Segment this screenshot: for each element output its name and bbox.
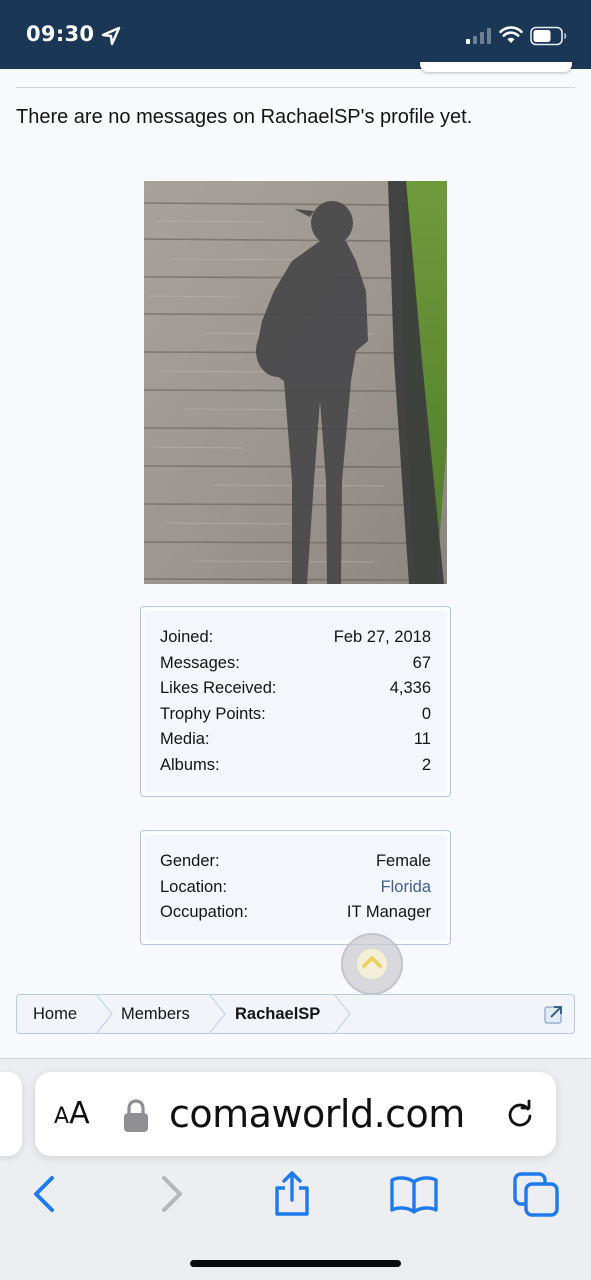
stat-row-likes: Likes Received: 4,336 (160, 679, 431, 701)
about-row-gender: Gender: Female (160, 852, 431, 874)
home-indicator (190, 1260, 401, 1267)
divider (16, 87, 575, 88)
stat-label: Likes Received: (160, 679, 277, 697)
lock-icon (124, 1099, 148, 1132)
stat-label: Joined: (160, 628, 214, 646)
wifi-icon (499, 26, 523, 43)
about-label: Occupation: (160, 903, 249, 921)
location-link[interactable]: Florida (381, 878, 431, 897)
shadow-silhouette-image (144, 181, 447, 584)
stat-row-albums: Albums: 2 (160, 756, 431, 778)
tabs-icon[interactable] (513, 1170, 561, 1218)
cellular-signal-icon (466, 28, 491, 44)
status-bar: 09:30 (0, 0, 591, 69)
breadcrumb-separator-icon (208, 994, 226, 1034)
tab-panel-edge (420, 62, 572, 72)
stat-label: Trophy Points: (160, 704, 266, 723)
about-row-occupation: Occupation: IT Manager (160, 903, 431, 925)
bookmarks-icon[interactable] (389, 1170, 439, 1218)
status-time: 09:30 (26, 22, 95, 46)
stat-row-media: Media: 11 (160, 730, 431, 752)
address-bar[interactable]: AA comaworld.com (35, 1072, 556, 1156)
jump-to-icon[interactable] (544, 1004, 564, 1024)
stat-label: Messages: (160, 653, 240, 672)
stat-value: 0 (421, 704, 431, 723)
no-messages-notice: There are no messages on RachaelSP's pro… (16, 106, 473, 128)
stat-value: 67 (412, 653, 431, 672)
about-label: Location: (160, 877, 227, 896)
breadcrumb-current[interactable]: RachaelSP (235, 995, 320, 1033)
share-icon[interactable] (272, 1170, 312, 1218)
stat-row-joined: Joined: Feb 27, 2018 (160, 628, 431, 650)
reader-options-button[interactable]: AA (54, 1096, 90, 1131)
profile-photo[interactable] (144, 181, 447, 584)
scroll-to-top-button[interactable] (341, 933, 403, 995)
url-text[interactable]: comaworld.com (169, 1092, 465, 1136)
stat-value: Feb 27, 2018 (333, 628, 431, 646)
forward-arrow-icon[interactable] (152, 1170, 192, 1218)
stat-label: Media: (160, 730, 210, 748)
stat-row-trophy-points: Trophy Points: 0 (160, 705, 431, 727)
member-about-box: Gender: Female Location: Florida Occupat… (140, 830, 451, 945)
reload-icon[interactable] (503, 1097, 537, 1131)
breadcrumb-separator-icon (333, 994, 351, 1034)
breadcrumb-members[interactable]: Members (121, 995, 190, 1033)
breadcrumb: Home Members RachaelSP (16, 994, 575, 1034)
about-row-location: Location: Florida (160, 878, 431, 900)
stat-value: 2 (421, 755, 431, 774)
breadcrumb-home[interactable]: Home (33, 995, 77, 1033)
location-arrow-icon (101, 26, 121, 46)
stat-row-messages: Messages: 67 (160, 654, 431, 676)
stat-value: 11 (413, 730, 431, 748)
stat-value: 4,336 (389, 679, 431, 697)
about-value: Female (375, 852, 431, 870)
breadcrumb-separator-icon (95, 994, 113, 1034)
about-label: Gender: (160, 852, 220, 870)
about-value: IT Manager (346, 903, 431, 921)
previous-tab-card[interactable] (0, 1072, 22, 1156)
member-stats-box: Joined: Feb 27, 2018 Messages: 67 Likes … (140, 606, 451, 797)
chevron-up-icon (362, 956, 382, 968)
stat-label: Albums: (160, 755, 220, 774)
battery-icon (530, 26, 567, 46)
back-arrow-icon[interactable] (24, 1170, 64, 1218)
